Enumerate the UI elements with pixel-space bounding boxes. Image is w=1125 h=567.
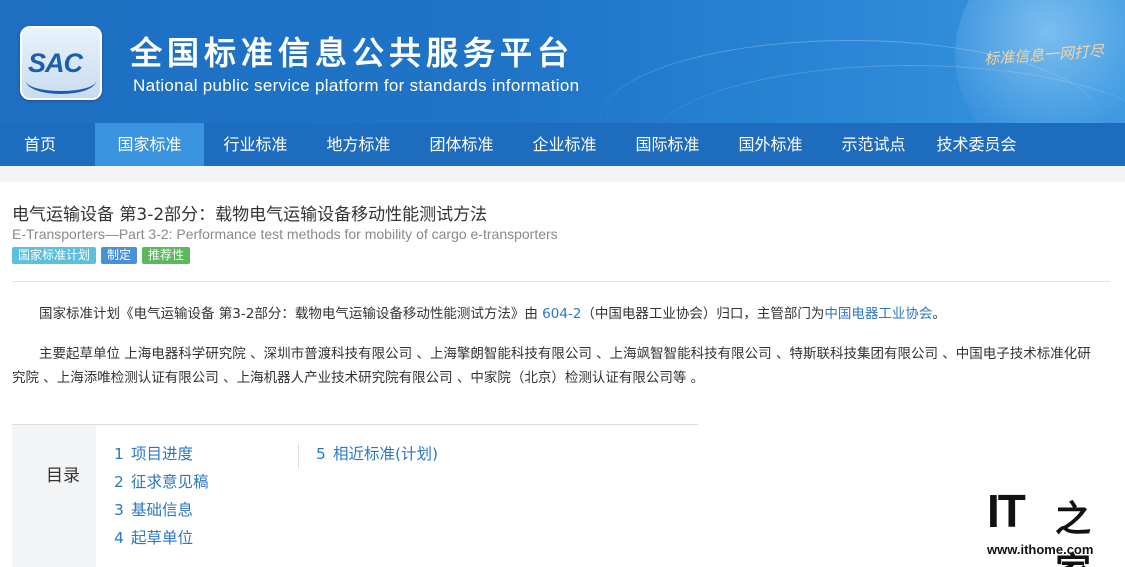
- toc-item-drafting-units[interactable]: 4 起草单位: [114, 527, 209, 555]
- department-link[interactable]: 中国电器工业协会: [824, 306, 932, 322]
- site-banner: SAC 全国标准信息公共服务平台 National public service…: [0, 0, 1125, 123]
- nav-item-foreign-standards[interactable]: 国外标准: [719, 123, 822, 166]
- watermark-brand: IT: [987, 485, 1026, 537]
- nav-item-tech-committee[interactable]: 技术委员会: [925, 123, 1028, 166]
- toc-item-label: 项目进度: [131, 445, 194, 463]
- nav-item-group-standards[interactable]: 团体标准: [410, 123, 513, 166]
- toc-item-draft-for-comments[interactable]: 2 征求意见稿: [114, 471, 209, 499]
- standard-tags: 国家标准计划 制定 推荐性: [12, 247, 191, 264]
- toc-column: 1 项目进度 2 征求意见稿 3 基础信息 4 起草单位: [114, 443, 209, 555]
- description-paragraph: 国家标准计划《电气运输设备 第3-2部分：载物电气运输设备移动性能测试方法》由 …: [12, 302, 1104, 326]
- nav-item-industry-standards[interactable]: 行业标准: [204, 123, 307, 166]
- nav-item-local-standards[interactable]: 地方标准: [307, 123, 410, 166]
- toc-item-number: 3: [114, 501, 124, 519]
- tag-plan-type: 国家标准计划: [12, 247, 97, 264]
- toc-item-label: 相近标准(计划): [333, 445, 439, 463]
- toc-item-number: 4: [114, 529, 124, 547]
- section-separator: [0, 166, 1125, 182]
- divider: [12, 281, 1110, 282]
- table-of-contents: 目录 1 项目进度 2 征求意见稿 3 基础信息 4 起草单位 5 相近标准(计划): [12, 424, 698, 567]
- main-nav: 首页 国家标准 行业标准 地方标准 团体标准 企业标准 国际标准 国外标准 示范…: [0, 123, 1125, 166]
- standard-english-title: E-Transporters—Part 3-2: Performance tes…: [12, 226, 558, 242]
- logo-text: SAC: [28, 48, 83, 78]
- toc-item-basic-info[interactable]: 3 基础信息: [114, 499, 209, 527]
- drafting-units-paragraph: 主要起草单位 上海电器科学研究院 、深圳市普渡科技有限公司 、上海擎朗智能科技有…: [12, 346, 1091, 386]
- toc-item-related-standards[interactable]: 5 相近标准(计划): [316, 443, 438, 471]
- toc-item-label: 征求意见稿: [131, 473, 209, 491]
- nav-item-international-standards[interactable]: 国际标准: [616, 123, 719, 166]
- ithome-watermark: IT 之家 www.ithome.com: [985, 484, 1115, 567]
- tag-nature: 推荐性: [142, 247, 191, 264]
- site-title: 全国标准信息公共服务平台: [130, 34, 575, 72]
- toc-column: 5 相近标准(计划): [298, 443, 438, 469]
- desc-text: 。: [932, 306, 946, 322]
- toc-label: 目录: [46, 466, 80, 486]
- committee-code-link[interactable]: 604-2: [542, 306, 581, 322]
- nav-item-pilot-demo[interactable]: 示范试点: [822, 123, 925, 166]
- toc-label-box: 目录: [12, 425, 96, 567]
- toc-item-number: 2: [114, 473, 124, 491]
- desc-text: （中国电器工业协会）归口，主管部门为: [581, 306, 825, 322]
- toc-item-number: 5: [316, 445, 326, 463]
- desc-text: 国家标准计划《电气运输设备 第3-2部分：载物电气运输设备移动性能测试方法》由: [39, 306, 543, 322]
- tag-status: 制定: [101, 247, 138, 264]
- toc-item-label: 起草单位: [131, 529, 194, 547]
- toc-item-number: 1: [114, 445, 124, 463]
- toc-item-label: 基础信息: [131, 501, 194, 519]
- standard-title: 电气运输设备 第3-2部分：载物电气运输设备移动性能测试方法: [12, 205, 488, 225]
- site-subtitle: National public service platform for sta…: [133, 76, 580, 95]
- nav-item-enterprise-standards[interactable]: 企业标准: [513, 123, 616, 166]
- watermark-url: www.ithome.com: [987, 542, 1094, 557]
- nav-item-national-standards[interactable]: 国家标准: [95, 123, 204, 166]
- sac-logo[interactable]: SAC: [20, 26, 102, 100]
- nav-item-home[interactable]: 首页: [0, 123, 80, 166]
- toc-item-progress[interactable]: 1 项目进度: [114, 443, 209, 471]
